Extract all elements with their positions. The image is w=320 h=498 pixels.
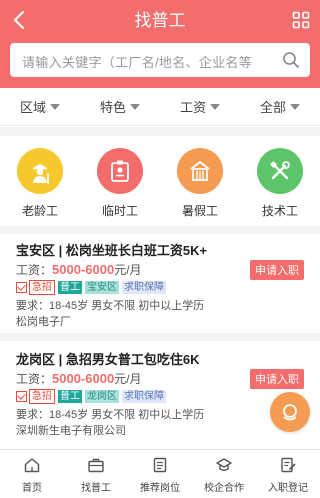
job-tags: 急招 普工 龙岗区 求职保障	[16, 389, 169, 404]
category-label: 技术工	[261, 204, 298, 218]
headset-icon	[283, 404, 297, 421]
job-requirements: 要求：18-45岁 男女不限 初中以上学历	[16, 300, 205, 312]
tools-icon	[257, 148, 303, 194]
job-salary: 工资：5000-6000元/月	[16, 370, 142, 387]
filter-salary[interactable]: 工资	[160, 88, 240, 125]
filter-feature[interactable]: 特色	[80, 88, 160, 125]
id-badge-icon	[97, 148, 143, 194]
salary-unit: 元/月	[114, 372, 142, 386]
tab-home[interactable]: 首页	[0, 450, 64, 498]
job-requirements: 要求：18-45岁 男女不限 初中以上学历	[16, 409, 205, 421]
apply-button[interactable]: 申请入职	[250, 260, 304, 280]
filter-label: 工资	[179, 100, 206, 115]
search-placeholder: 请输入关键字（工厂名/地名、企业名等	[22, 55, 253, 70]
tab-recommended[interactable]: 推荐岗位	[128, 450, 192, 498]
category-summer-worker[interactable]: 暑假工	[160, 136, 240, 226]
salary-amount: 5000-6000	[52, 371, 115, 386]
category-temp-worker[interactable]: 临时工	[80, 136, 160, 226]
filter-region[interactable]: 区域	[0, 88, 80, 125]
section-divider	[0, 333, 320, 341]
tab-find-worker[interactable]: 找普工	[64, 450, 128, 498]
caret-down-icon	[130, 103, 140, 110]
tab-label: 找普工	[81, 483, 111, 494]
page-title: 找普工	[134, 11, 186, 30]
building-icon	[177, 148, 223, 194]
header-bar: 找普工 请输入关键字（工厂名/地名、企业名等	[0, 0, 320, 88]
section-divider	[0, 226, 320, 234]
bottom-tab-bar: 首页 找普工 推荐岗位 校企合作 入职登记	[0, 449, 320, 498]
tag-district: 龙岗区	[85, 390, 119, 403]
home-icon	[24, 458, 40, 473]
job-salary: 工资：5000-6000元/月	[16, 261, 142, 278]
job-title[interactable]: 龙岗区 | 急招男女普工包吃住6K	[16, 349, 199, 368]
section-gap	[0, 127, 320, 136]
salary-prefix: 工资：	[16, 372, 53, 386]
caret-down-icon	[290, 103, 300, 110]
tab-school-cooperation[interactable]: 校企合作	[192, 450, 256, 498]
tag-district: 宝安区	[85, 281, 119, 294]
caret-down-icon	[210, 103, 220, 110]
tab-label: 入职登记	[268, 483, 308, 494]
job-title[interactable]: 宝安区 | 松岗坐班长白班工资5K+	[16, 240, 207, 259]
tab-registration[interactable]: 入职登记	[256, 450, 320, 498]
category-row: 老龄工 临时工 暑假工 技术工	[0, 136, 320, 226]
tag-guarantee: 求职保障	[122, 390, 166, 403]
filter-label: 区域	[19, 100, 46, 115]
document-icon	[153, 457, 167, 473]
tag-urgent: 急招	[29, 280, 55, 295]
job-tags: 急招 普工 宝安区 求职保障	[16, 280, 169, 295]
apply-button[interactable]: 申请入职	[250, 369, 304, 389]
salary-amount: 5000-6000	[52, 262, 115, 277]
search-input[interactable]: 请输入关键字（工厂名/地名、企业名等	[10, 43, 310, 77]
category-elderly-worker[interactable]: 老龄工	[0, 136, 80, 226]
tag-guarantee: 求职保障	[122, 281, 166, 294]
register-icon	[281, 457, 296, 473]
grid-menu-icon[interactable]	[292, 11, 310, 29]
filter-all[interactable]: 全部	[240, 88, 320, 125]
filter-bar: 区域 特色 工资 全部	[0, 88, 320, 126]
filter-label: 特色	[99, 100, 126, 115]
tag-urgent: 急招	[29, 389, 55, 404]
caret-down-icon	[50, 103, 60, 110]
search-icon[interactable]	[282, 51, 300, 69]
salary-prefix: 工资：	[16, 263, 53, 277]
tab-label: 校企合作	[204, 483, 244, 494]
tag-job-type: 普工	[58, 390, 82, 403]
filter-label: 全部	[259, 100, 286, 115]
job-company: 松岗电子厂	[16, 316, 71, 328]
category-tech-worker[interactable]: 技术工	[240, 136, 320, 226]
category-label: 老龄工	[21, 204, 58, 218]
check-icon	[16, 391, 27, 402]
job-company: 深圳新生电子有限公司	[16, 425, 126, 437]
briefcase-icon	[88, 458, 104, 473]
salary-unit: 元/月	[114, 263, 142, 277]
tab-label: 首页	[22, 483, 42, 494]
category-label: 临时工	[101, 204, 138, 218]
job-card[interactable]: 宝安区 | 松岗坐班长白班工资5K+ 工资：5000-6000元/月 申请入职 …	[0, 240, 320, 345]
check-icon	[16, 282, 27, 293]
school-icon	[216, 458, 232, 471]
category-label: 暑假工	[181, 204, 218, 218]
customer-service-button[interactable]	[270, 392, 310, 432]
tag-job-type: 普工	[58, 281, 82, 294]
tab-label: 推荐岗位	[140, 483, 180, 494]
elder-worker-icon	[17, 148, 63, 194]
